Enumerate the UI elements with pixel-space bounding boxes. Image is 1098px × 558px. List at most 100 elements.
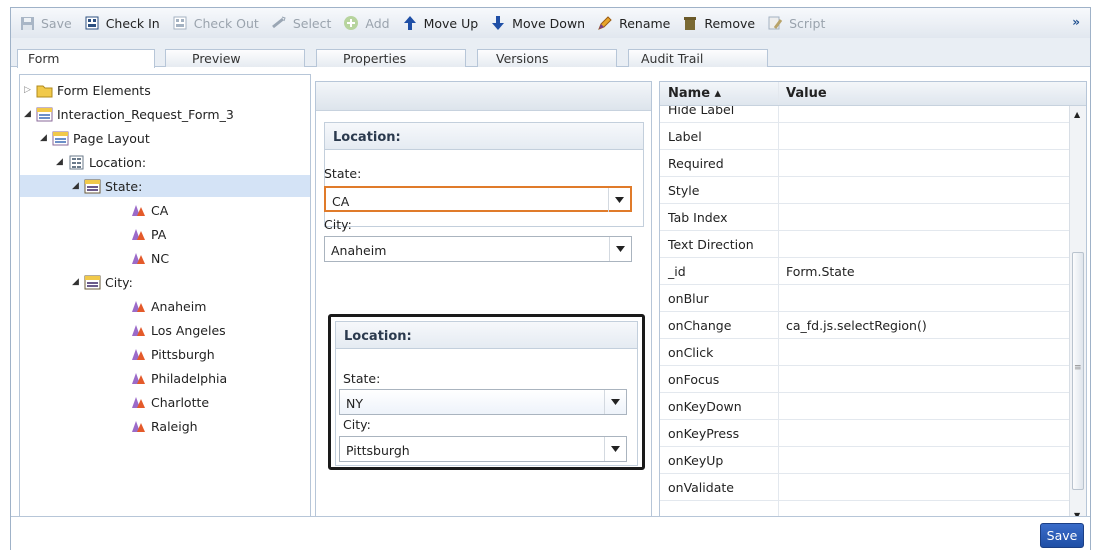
properties-grid: Name ▴ Value Hide Label Label Required Styl… — [659, 81, 1087, 524]
property-row[interactable]: onValidate — [660, 474, 1070, 501]
tree-item-option[interactable]: NC — [130, 247, 169, 269]
property-row[interactable]: Text Direction — [660, 231, 1070, 258]
add-button[interactable]: Add — [343, 15, 390, 31]
check-in-icon — [84, 15, 100, 31]
city-select[interactable]: Pittsburgh — [339, 436, 627, 462]
property-name: onKeyDown — [668, 399, 742, 414]
tab-properties[interactable]: Properties — [316, 49, 466, 67]
chevron-down-icon[interactable] — [604, 390, 626, 414]
city-select-value: Anaheim — [331, 243, 387, 258]
collapse-icon[interactable]: ◢ — [40, 133, 50, 143]
check-out-button[interactable]: Check Out — [172, 15, 259, 31]
city-label: City: — [343, 417, 371, 432]
tree-item-state[interactable]: ◢ State: — [20, 175, 310, 197]
property-name: Label — [668, 129, 702, 144]
tree-label: Los Angeles — [151, 322, 226, 338]
chevron-down-icon[interactable] — [609, 237, 631, 261]
chevron-down-icon[interactable] — [608, 188, 630, 212]
tree-item-city[interactable]: ◢ City: — [72, 271, 133, 293]
state-select[interactable]: NY — [339, 389, 627, 415]
tab-form[interactable]: Form — [17, 49, 155, 68]
property-value[interactable]: Form.State — [786, 264, 855, 279]
property-row[interactable]: Tab Index — [660, 204, 1070, 231]
column-divider — [778, 82, 779, 105]
property-row[interactable]: onChange ca_fd.js.selectRegion() — [660, 312, 1070, 339]
tab-bar: Form Preview Properties Versions Audit T… — [11, 38, 1090, 68]
property-row[interactable]: _id Form.State — [660, 258, 1070, 285]
property-row[interactable]: onBlur — [660, 285, 1070, 312]
collapse-icon[interactable]: ◢ — [72, 277, 82, 287]
folder-icon — [36, 83, 53, 98]
remove-button[interactable]: Remove — [682, 15, 755, 31]
tree-item-option[interactable]: Charlotte — [130, 391, 209, 413]
collapse-icon[interactable]: ◢ — [24, 109, 34, 119]
scroll-up-arrow-icon[interactable]: ▲ — [1074, 110, 1080, 119]
option-icon — [130, 323, 147, 338]
tab-versions[interactable]: Versions — [477, 49, 617, 67]
tree-label: NC — [151, 250, 170, 266]
tree-item-option[interactable]: Anaheim — [130, 295, 206, 317]
vertical-scrollbar[interactable]: ▲ ≡ ▼ — [1069, 106, 1086, 523]
move-up-button[interactable]: Move Up — [402, 15, 478, 31]
property-row[interactable]: onKeyPress — [660, 420, 1070, 447]
select-button[interactable]: Select — [271, 15, 332, 31]
tree-item-option[interactable]: Raleigh — [130, 415, 198, 437]
form-icon — [36, 107, 53, 122]
tab-versions-label: Versions — [496, 51, 549, 66]
tree-item-option[interactable]: Philadelphia — [130, 367, 227, 389]
property-row[interactable]: onFocus — [660, 366, 1070, 393]
property-row[interactable]: Style — [660, 177, 1070, 204]
property-row[interactable]: Label — [660, 123, 1070, 150]
tree-label: Charlotte — [151, 394, 210, 410]
option-icon — [130, 371, 147, 386]
select-label: Select — [292, 15, 332, 31]
preview-panel: Location: State: CA City: Anaheim Locati… — [315, 81, 652, 524]
fieldset-title: Location: — [325, 123, 643, 150]
toolbar-overflow-button[interactable]: » — [1072, 15, 1080, 29]
property-row[interactable]: onKeyDown — [660, 393, 1070, 420]
chevron-down-icon[interactable] — [604, 437, 626, 461]
tree-item-page-layout[interactable]: ◢ Page Layout — [40, 127, 150, 149]
column-header-value[interactable]: Value — [786, 86, 827, 101]
tree-item-option[interactable]: Pittsburgh — [130, 343, 215, 365]
tree-item-location[interactable]: ◢ Location: — [56, 151, 146, 173]
rename-button[interactable]: Rename — [597, 15, 670, 31]
state-select[interactable]: CA — [324, 186, 632, 212]
tree-label: Philadelphia — [151, 370, 228, 386]
tree-item-form-elements[interactable]: ▷ Form Elements — [24, 79, 151, 101]
tree-item-option[interactable]: PA — [130, 223, 166, 245]
tree-label: Raleigh — [151, 418, 198, 434]
city-select[interactable]: Anaheim — [324, 236, 632, 262]
option-icon — [130, 419, 147, 434]
scrollbar-thumb[interactable]: ≡ — [1072, 252, 1084, 490]
property-row[interactable]: onKeyUp — [660, 447, 1070, 474]
tab-preview-label: Preview — [192, 51, 241, 66]
tab-preview[interactable]: Preview — [165, 49, 305, 67]
property-row[interactable]: Hide Label — [660, 106, 1070, 123]
save-toolbar-button[interactable]: Save — [19, 15, 72, 31]
option-icon — [130, 299, 147, 314]
save-button[interactable]: Save — [1040, 523, 1084, 548]
tab-form-label: Form — [28, 51, 60, 66]
collapse-icon[interactable]: ◢ — [56, 157, 66, 167]
script-button[interactable]: Script — [767, 15, 825, 31]
move-down-button[interactable]: Move Down — [490, 15, 585, 31]
tree-item-option[interactable]: Los Angeles — [130, 319, 226, 341]
grip-icon: ≡ — [1074, 363, 1082, 373]
preview-panel-header — [316, 82, 651, 111]
remove-label: Remove — [704, 15, 756, 31]
tree-item-option[interactable]: CA — [130, 199, 168, 221]
form-tree-panel: ▷ Form Elements ◢ Interaction_Request_Fo… — [19, 74, 311, 524]
property-row[interactable]: onClick — [660, 339, 1070, 366]
property-value[interactable]: ca_fd.js.selectRegion() — [786, 318, 927, 333]
column-header-name[interactable]: Name ▴ — [668, 86, 721, 101]
collapse-icon[interactable]: ◢ — [72, 181, 82, 191]
tree-label: Interaction_Request_Form_3 — [57, 106, 234, 122]
expand-icon[interactable]: ▷ — [24, 85, 34, 95]
check-in-button[interactable]: Check In — [84, 15, 160, 31]
property-row[interactable]: Required — [660, 150, 1070, 177]
tab-audit-trail[interactable]: Audit Trail — [628, 49, 768, 67]
option-icon — [130, 347, 147, 362]
tree-item-form[interactable]: ◢ Interaction_Request_Form_3 — [24, 103, 234, 125]
city-label: City: — [324, 217, 352, 232]
